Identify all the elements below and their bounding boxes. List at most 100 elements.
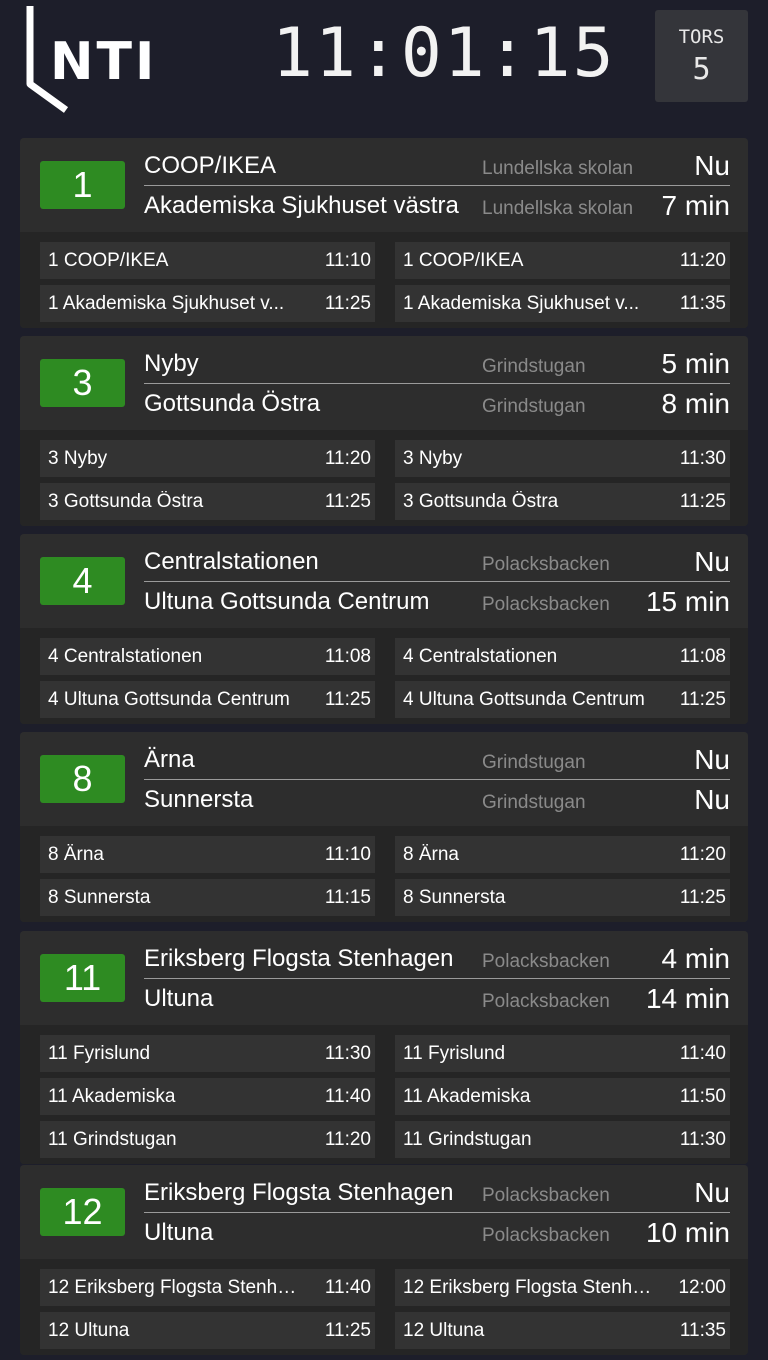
- next-departure: Centralstationen Polacksbacken Nu: [144, 542, 730, 582]
- upcoming-destination: 11 Fyrislund: [403, 1043, 506, 1064]
- upcoming-departure: 4 Ultuna Gottsunda Centrum 11:25: [395, 681, 730, 718]
- upcoming-departure: 4 Ultuna Gottsunda Centrum 11:25: [40, 681, 375, 718]
- upcoming-time: 11:20: [679, 844, 726, 865]
- departure-destination: Sunnersta: [144, 786, 254, 813]
- upcoming-departure: 1 Akademiska Sjukhuset v... 11:35: [395, 285, 730, 322]
- clock: 11:01:15: [272, 14, 616, 93]
- line-card-4: 4 Centralstationen Polacksbacken Nu Ultuna G…: [20, 534, 748, 724]
- upcoming-destination: 3 Nyby: [403, 448, 463, 469]
- day-number: 5: [692, 52, 711, 87]
- departure-eta: 14 min: [645, 983, 730, 1014]
- upcoming-departure: 11 Grindstugan 11:30: [395, 1121, 730, 1158]
- upcoming-row: 1 Akademiska Sjukhuset v... 11:25 1 Akadem…: [40, 285, 730, 322]
- departure-destination: Ärna: [144, 746, 195, 773]
- upcoming-destination: 12 Eriksberg Flogsta Stenha...: [403, 1277, 653, 1298]
- departure-destination: Ultuna: [144, 985, 214, 1012]
- line-card-header: 3 Nyby Grindstugan 5 min Gottsunda Östra Grin…: [20, 336, 748, 430]
- upcoming-time: 11:25: [679, 887, 726, 908]
- next-departure: Sunnersta Grindstugan Nu: [144, 780, 730, 820]
- upcoming-departure: 1 COOP/IKEA 11:20: [395, 242, 730, 279]
- upcoming-list: 3 Nyby 11:20 3 Nyby 11:30 3 Gottsunda Östra 1…: [20, 430, 748, 526]
- line-card-8: 8 Ärna Grindstugan Nu Sunnersta Grindstugan Nu…: [20, 732, 748, 922]
- next-departure: Eriksberg Flogsta Stenhagen Polacksbacken…: [144, 1173, 730, 1213]
- upcoming-destination: 4 Ultuna Gottsunda Centrum: [48, 689, 290, 710]
- upcoming-destination: 12 Ultuna: [48, 1320, 130, 1341]
- upcoming-destination: 11 Grindstugan: [48, 1129, 177, 1150]
- upcoming-destination: 4 Ultuna Gottsunda Centrum: [403, 689, 645, 710]
- upcoming-time: 11:10: [324, 250, 371, 271]
- departure-destination: Akademiska Sjukhuset västra: [144, 192, 459, 219]
- line-card-header: 4 Centralstationen Polacksbacken Nu Ultuna G…: [20, 534, 748, 628]
- upcoming-time: 11:15: [324, 887, 371, 908]
- upcoming-row: 1 COOP/IKEA 11:10 1 COOP/IKEA 11:20: [40, 242, 730, 279]
- upcoming-departure: 12 Ultuna 11:25: [40, 1312, 375, 1349]
- departure-eta: Nu: [694, 1177, 730, 1208]
- departure-eta: Nu: [694, 744, 730, 775]
- line-number-badge: 11: [40, 954, 125, 1002]
- upcoming-list: 1 COOP/IKEA 11:10 1 COOP/IKEA 11:20 1 Akadem…: [20, 232, 748, 328]
- upcoming-departure: 3 Gottsunda Östra 11:25: [395, 483, 730, 520]
- upcoming-departure: 4 Centralstationen 11:08: [395, 638, 730, 675]
- upcoming-destination: 12 Ultuna: [403, 1320, 485, 1341]
- upcoming-row: 8 Ärna 11:10 8 Ärna 11:20: [40, 836, 730, 873]
- upcoming-departure: 8 Sunnersta 11:15: [40, 879, 375, 916]
- upcoming-destination: 8 Ärna: [403, 844, 459, 865]
- weekday-label: TORS: [678, 26, 725, 48]
- next-departure: Ultuna Polacksbacken 14 min: [144, 979, 730, 1019]
- upcoming-time: 11:40: [324, 1086, 371, 1107]
- line-number-badge: 8: [40, 755, 125, 803]
- date-box: TORS 5: [655, 10, 748, 102]
- line-card-header: 11 Eriksberg Flogsta Stenhagen Polacksback…: [20, 931, 748, 1025]
- upcoming-departure: 11 Grindstugan 11:20: [40, 1121, 375, 1158]
- nti-logo: NTI: [20, 6, 154, 116]
- upcoming-row: 11 Grindstugan 11:20 11 Grindstugan 11:30: [40, 1121, 730, 1158]
- departure-stop: Polacksbacken: [482, 951, 610, 972]
- upcoming-destination: 1 COOP/IKEA: [48, 250, 169, 271]
- upcoming-destination: 4 Centralstationen: [48, 646, 203, 667]
- upcoming-time: 12:00: [678, 1277, 726, 1298]
- upcoming-time: 11:08: [324, 646, 371, 667]
- departure-eta: 5 min: [661, 348, 730, 379]
- line-card-header: 8 Ärna Grindstugan Nu Sunnersta Grindstugan Nu: [20, 732, 748, 826]
- upcoming-time: 11:25: [679, 689, 726, 710]
- departure-stop: Polacksbacken: [482, 594, 610, 615]
- upcoming-departure: 1 COOP/IKEA 11:10: [40, 242, 375, 279]
- departure-stop: Lundellska skolan: [482, 158, 634, 179]
- upcoming-row: 3 Gottsunda Östra 11:25 3 Gottsunda Östra 1…: [40, 483, 730, 520]
- departure-stop: Grindstugan: [482, 356, 586, 377]
- upcoming-departure: 3 Nyby 11:20: [40, 440, 375, 477]
- departure-destination: Ultuna: [144, 1219, 214, 1246]
- upcoming-destination: 4 Centralstationen: [403, 646, 558, 667]
- departure-destination: Centralstationen: [144, 548, 319, 575]
- upcoming-time: 11:10: [324, 844, 371, 865]
- upcoming-list: 11 Fyrislund 11:30 11 Fyrislund 11:40 11 Aka…: [20, 1025, 748, 1164]
- logo-text: NTI: [50, 32, 158, 92]
- upcoming-time: 11:25: [324, 689, 371, 710]
- upcoming-row: 3 Nyby 11:20 3 Nyby 11:30: [40, 440, 730, 477]
- upcoming-destination: 8 Ärna: [48, 844, 104, 865]
- upcoming-row: 8 Sunnersta 11:15 8 Sunnersta 11:25: [40, 879, 730, 916]
- departure-stop: Polacksbacken: [482, 554, 610, 575]
- upcoming-destination: 12 Eriksberg Flogsta Stenha...: [48, 1277, 298, 1298]
- next-departure: Ultuna Polacksbacken 10 min: [144, 1213, 730, 1253]
- upcoming-row: 11 Fyrislund 11:30 11 Fyrislund 11:40: [40, 1035, 730, 1072]
- next-departure: Eriksberg Flogsta Stenhagen Polacksbacken…: [144, 939, 730, 979]
- upcoming-list: 4 Centralstationen 11:08 4 Centralstatione…: [20, 628, 748, 724]
- line-card-header: 1 COOP/IKEA Lundellska skolan Nu Akademiska …: [20, 138, 748, 232]
- upcoming-time: 11:20: [679, 250, 726, 271]
- upcoming-row: 4 Centralstationen 11:08 4 Centralstatione…: [40, 638, 730, 675]
- departure-eta: Nu: [694, 150, 730, 181]
- departure-destination: Gottsunda Östra: [144, 390, 321, 417]
- upcoming-destination: 1 Akademiska Sjukhuset v...: [48, 293, 285, 314]
- departure-destination: Nyby: [144, 350, 199, 377]
- upcoming-destination: 11 Grindstugan: [403, 1129, 532, 1150]
- upcoming-time: 11:20: [324, 448, 371, 469]
- upcoming-row: 12 Ultuna 11:25 12 Ultuna 11:35: [40, 1312, 730, 1349]
- departure-stop: Polacksbacken: [482, 1185, 610, 1206]
- next-departure: Ärna Grindstugan Nu: [144, 740, 730, 780]
- upcoming-time: 11:35: [679, 1320, 726, 1341]
- departure-eta: 15 min: [645, 586, 730, 617]
- upcoming-time: 11:30: [679, 1129, 726, 1150]
- departure-stop: Grindstugan: [482, 396, 586, 417]
- departure-stop: Lundellska skolan: [482, 198, 634, 219]
